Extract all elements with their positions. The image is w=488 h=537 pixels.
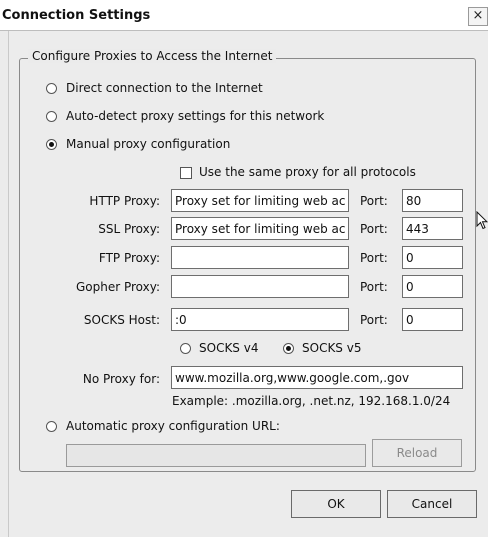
window-title: Connection Settings [2, 8, 151, 23]
title-bar: Connection Settings × [0, 0, 488, 31]
ftp-port-label: Port: [360, 251, 388, 265]
socks-host-label: SOCKS Host: [83, 313, 160, 327]
radio-direct[interactable] [46, 83, 57, 94]
http-port-label: Port: [360, 194, 388, 208]
ftp-port-input[interactable] [402, 246, 463, 269]
radio-socks-v5[interactable] [283, 343, 294, 354]
ssl-port-label: Port: [360, 222, 388, 236]
no-proxy-example: Example: .mozilla.org, .net.nz, 192.168.… [172, 394, 451, 408]
radio-autodetect-label[interactable]: Auto-detect proxy settings for this netw… [66, 109, 324, 123]
socks-port-label: Port: [360, 313, 388, 327]
auto-config-url-input[interactable] [66, 444, 366, 467]
radio-auto-config-label[interactable]: Automatic proxy configuration URL: [66, 419, 280, 433]
gopher-proxy-input[interactable] [171, 275, 349, 298]
no-proxy-label: No Proxy for: [82, 372, 160, 386]
http-port-input[interactable] [402, 189, 463, 212]
radio-auto-config[interactable] [46, 421, 57, 432]
groupbox-title: Configure Proxies to Access the Internet [28, 49, 277, 63]
http-proxy-input[interactable] [171, 189, 349, 212]
radio-socks-v4-label[interactable]: SOCKS v4 [199, 341, 258, 355]
socks-host-input[interactable] [171, 308, 349, 331]
gopher-proxy-label: Gopher Proxy: [75, 280, 160, 294]
same-proxy-checkbox[interactable] [180, 167, 192, 179]
ssl-proxy-input[interactable] [171, 217, 349, 240]
ftp-proxy-label: FTP Proxy: [98, 251, 160, 265]
close-icon[interactable]: × [468, 7, 488, 26]
ftp-proxy-input[interactable] [171, 246, 349, 269]
radio-socks-v5-label[interactable]: SOCKS v5 [302, 341, 361, 355]
gopher-port-label: Port: [360, 280, 388, 294]
no-proxy-input[interactable] [171, 366, 463, 389]
socks-port-input[interactable] [402, 308, 463, 331]
mouse-cursor-icon [476, 211, 488, 230]
radio-manual-label[interactable]: Manual proxy configuration [66, 137, 230, 151]
gopher-port-input[interactable] [402, 275, 463, 298]
ssl-proxy-label: SSL Proxy: [98, 222, 160, 236]
reload-button[interactable]: Reload [372, 439, 462, 467]
radio-socks-v4[interactable] [180, 343, 191, 354]
radio-autodetect[interactable] [46, 111, 57, 122]
same-proxy-label[interactable]: Use the same proxy for all protocols [199, 165, 416, 179]
radio-manual[interactable] [46, 139, 57, 150]
radio-direct-label[interactable]: Direct connection to the Internet [66, 81, 263, 95]
ok-button[interactable]: OK [291, 490, 381, 518]
cancel-button[interactable]: Cancel [387, 490, 477, 518]
ssl-port-input[interactable] [402, 217, 463, 240]
http-proxy-label: HTTP Proxy: [89, 194, 160, 208]
